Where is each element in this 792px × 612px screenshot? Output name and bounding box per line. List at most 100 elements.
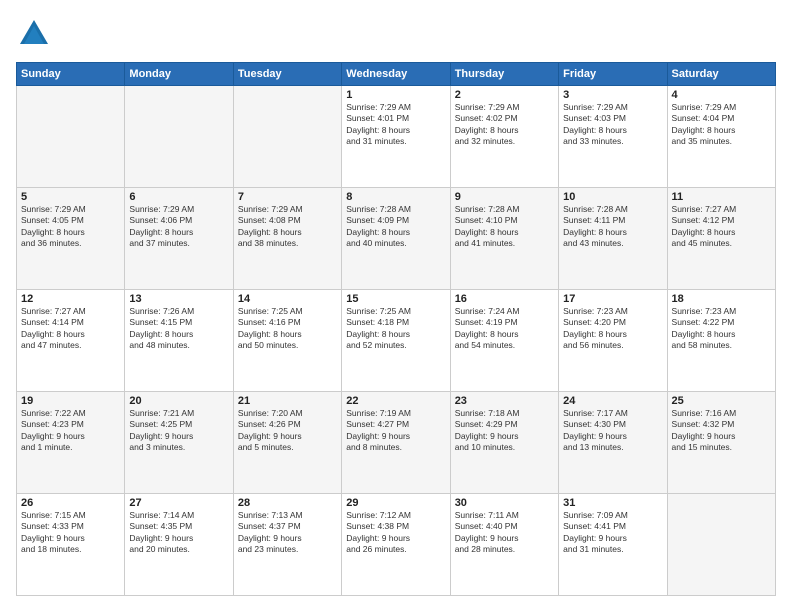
calendar-table: SundayMondayTuesdayWednesdayThursdayFrid… bbox=[16, 62, 776, 596]
calendar-day-cell: 7Sunrise: 7:29 AM Sunset: 4:08 PM Daylig… bbox=[233, 188, 341, 290]
calendar-day-cell: 11Sunrise: 7:27 AM Sunset: 4:12 PM Dayli… bbox=[667, 188, 775, 290]
day-info: Sunrise: 7:29 AM Sunset: 4:08 PM Dayligh… bbox=[238, 204, 337, 250]
day-info: Sunrise: 7:22 AM Sunset: 4:23 PM Dayligh… bbox=[21, 408, 120, 454]
calendar-day-cell: 14Sunrise: 7:25 AM Sunset: 4:16 PM Dayli… bbox=[233, 290, 341, 392]
calendar-week-row: 19Sunrise: 7:22 AM Sunset: 4:23 PM Dayli… bbox=[17, 392, 776, 494]
weekday-header-sunday: Sunday bbox=[17, 63, 125, 86]
day-number: 14 bbox=[238, 293, 337, 305]
day-info: Sunrise: 7:29 AM Sunset: 4:05 PM Dayligh… bbox=[21, 204, 120, 250]
empty-cell bbox=[125, 86, 233, 188]
day-number: 11 bbox=[672, 191, 771, 203]
day-info: Sunrise: 7:29 AM Sunset: 4:04 PM Dayligh… bbox=[672, 102, 771, 148]
day-number: 4 bbox=[672, 89, 771, 101]
calendar-week-row: 26Sunrise: 7:15 AM Sunset: 4:33 PM Dayli… bbox=[17, 494, 776, 596]
day-info: Sunrise: 7:19 AM Sunset: 4:27 PM Dayligh… bbox=[346, 408, 445, 454]
day-info: Sunrise: 7:23 AM Sunset: 4:20 PM Dayligh… bbox=[563, 306, 662, 352]
calendar-day-cell: 23Sunrise: 7:18 AM Sunset: 4:29 PM Dayli… bbox=[450, 392, 558, 494]
day-number: 28 bbox=[238, 497, 337, 509]
header bbox=[16, 16, 776, 52]
page: SundayMondayTuesdayWednesdayThursdayFrid… bbox=[0, 0, 792, 612]
calendar-day-cell: 13Sunrise: 7:26 AM Sunset: 4:15 PM Dayli… bbox=[125, 290, 233, 392]
day-number: 16 bbox=[455, 293, 554, 305]
calendar-day-cell: 15Sunrise: 7:25 AM Sunset: 4:18 PM Dayli… bbox=[342, 290, 450, 392]
day-info: Sunrise: 7:11 AM Sunset: 4:40 PM Dayligh… bbox=[455, 510, 554, 556]
day-info: Sunrise: 7:27 AM Sunset: 4:12 PM Dayligh… bbox=[672, 204, 771, 250]
empty-cell bbox=[667, 494, 775, 596]
day-info: Sunrise: 7:15 AM Sunset: 4:33 PM Dayligh… bbox=[21, 510, 120, 556]
day-number: 5 bbox=[21, 191, 120, 203]
day-info: Sunrise: 7:25 AM Sunset: 4:18 PM Dayligh… bbox=[346, 306, 445, 352]
calendar-day-cell: 29Sunrise: 7:12 AM Sunset: 4:38 PM Dayli… bbox=[342, 494, 450, 596]
calendar-week-row: 1Sunrise: 7:29 AM Sunset: 4:01 PM Daylig… bbox=[17, 86, 776, 188]
calendar-day-cell: 28Sunrise: 7:13 AM Sunset: 4:37 PM Dayli… bbox=[233, 494, 341, 596]
weekday-header-wednesday: Wednesday bbox=[342, 63, 450, 86]
calendar-day-cell: 5Sunrise: 7:29 AM Sunset: 4:05 PM Daylig… bbox=[17, 188, 125, 290]
day-number: 2 bbox=[455, 89, 554, 101]
calendar-day-cell: 10Sunrise: 7:28 AM Sunset: 4:11 PM Dayli… bbox=[559, 188, 667, 290]
day-number: 17 bbox=[563, 293, 662, 305]
calendar-day-cell: 17Sunrise: 7:23 AM Sunset: 4:20 PM Dayli… bbox=[559, 290, 667, 392]
calendar-day-cell: 24Sunrise: 7:17 AM Sunset: 4:30 PM Dayli… bbox=[559, 392, 667, 494]
weekday-header-monday: Monday bbox=[125, 63, 233, 86]
day-number: 24 bbox=[563, 395, 662, 407]
day-info: Sunrise: 7:28 AM Sunset: 4:10 PM Dayligh… bbox=[455, 204, 554, 250]
calendar-day-cell: 3Sunrise: 7:29 AM Sunset: 4:03 PM Daylig… bbox=[559, 86, 667, 188]
weekday-header-row: SundayMondayTuesdayWednesdayThursdayFrid… bbox=[17, 63, 776, 86]
day-info: Sunrise: 7:27 AM Sunset: 4:14 PM Dayligh… bbox=[21, 306, 120, 352]
day-number: 19 bbox=[21, 395, 120, 407]
calendar-day-cell: 31Sunrise: 7:09 AM Sunset: 4:41 PM Dayli… bbox=[559, 494, 667, 596]
day-info: Sunrise: 7:25 AM Sunset: 4:16 PM Dayligh… bbox=[238, 306, 337, 352]
day-number: 12 bbox=[21, 293, 120, 305]
day-info: Sunrise: 7:09 AM Sunset: 4:41 PM Dayligh… bbox=[563, 510, 662, 556]
calendar-day-cell: 20Sunrise: 7:21 AM Sunset: 4:25 PM Dayli… bbox=[125, 392, 233, 494]
calendar-day-cell: 8Sunrise: 7:28 AM Sunset: 4:09 PM Daylig… bbox=[342, 188, 450, 290]
day-number: 20 bbox=[129, 395, 228, 407]
calendar-day-cell: 21Sunrise: 7:20 AM Sunset: 4:26 PM Dayli… bbox=[233, 392, 341, 494]
day-info: Sunrise: 7:28 AM Sunset: 4:09 PM Dayligh… bbox=[346, 204, 445, 250]
day-info: Sunrise: 7:29 AM Sunset: 4:06 PM Dayligh… bbox=[129, 204, 228, 250]
calendar-day-cell: 2Sunrise: 7:29 AM Sunset: 4:02 PM Daylig… bbox=[450, 86, 558, 188]
calendar-day-cell: 16Sunrise: 7:24 AM Sunset: 4:19 PM Dayli… bbox=[450, 290, 558, 392]
day-info: Sunrise: 7:20 AM Sunset: 4:26 PM Dayligh… bbox=[238, 408, 337, 454]
weekday-header-thursday: Thursday bbox=[450, 63, 558, 86]
day-number: 1 bbox=[346, 89, 445, 101]
calendar-day-cell: 26Sunrise: 7:15 AM Sunset: 4:33 PM Dayli… bbox=[17, 494, 125, 596]
calendar-day-cell: 27Sunrise: 7:14 AM Sunset: 4:35 PM Dayli… bbox=[125, 494, 233, 596]
day-number: 13 bbox=[129, 293, 228, 305]
day-number: 9 bbox=[455, 191, 554, 203]
calendar-day-cell: 25Sunrise: 7:16 AM Sunset: 4:32 PM Dayli… bbox=[667, 392, 775, 494]
calendar-day-cell: 30Sunrise: 7:11 AM Sunset: 4:40 PM Dayli… bbox=[450, 494, 558, 596]
day-number: 10 bbox=[563, 191, 662, 203]
calendar-day-cell: 4Sunrise: 7:29 AM Sunset: 4:04 PM Daylig… bbox=[667, 86, 775, 188]
day-info: Sunrise: 7:13 AM Sunset: 4:37 PM Dayligh… bbox=[238, 510, 337, 556]
day-number: 7 bbox=[238, 191, 337, 203]
day-number: 8 bbox=[346, 191, 445, 203]
day-number: 30 bbox=[455, 497, 554, 509]
day-number: 15 bbox=[346, 293, 445, 305]
calendar-day-cell: 18Sunrise: 7:23 AM Sunset: 4:22 PM Dayli… bbox=[667, 290, 775, 392]
day-info: Sunrise: 7:16 AM Sunset: 4:32 PM Dayligh… bbox=[672, 408, 771, 454]
calendar-day-cell: 1Sunrise: 7:29 AM Sunset: 4:01 PM Daylig… bbox=[342, 86, 450, 188]
day-info: Sunrise: 7:29 AM Sunset: 4:03 PM Dayligh… bbox=[563, 102, 662, 148]
calendar-day-cell: 9Sunrise: 7:28 AM Sunset: 4:10 PM Daylig… bbox=[450, 188, 558, 290]
weekday-header-friday: Friday bbox=[559, 63, 667, 86]
day-info: Sunrise: 7:12 AM Sunset: 4:38 PM Dayligh… bbox=[346, 510, 445, 556]
calendar-day-cell: 22Sunrise: 7:19 AM Sunset: 4:27 PM Dayli… bbox=[342, 392, 450, 494]
day-number: 25 bbox=[672, 395, 771, 407]
day-number: 18 bbox=[672, 293, 771, 305]
day-number: 6 bbox=[129, 191, 228, 203]
day-info: Sunrise: 7:24 AM Sunset: 4:19 PM Dayligh… bbox=[455, 306, 554, 352]
day-number: 3 bbox=[563, 89, 662, 101]
calendar-day-cell: 6Sunrise: 7:29 AM Sunset: 4:06 PM Daylig… bbox=[125, 188, 233, 290]
day-number: 27 bbox=[129, 497, 228, 509]
day-info: Sunrise: 7:23 AM Sunset: 4:22 PM Dayligh… bbox=[672, 306, 771, 352]
weekday-header-tuesday: Tuesday bbox=[233, 63, 341, 86]
calendar-day-cell: 12Sunrise: 7:27 AM Sunset: 4:14 PM Dayli… bbox=[17, 290, 125, 392]
day-info: Sunrise: 7:14 AM Sunset: 4:35 PM Dayligh… bbox=[129, 510, 228, 556]
day-info: Sunrise: 7:28 AM Sunset: 4:11 PM Dayligh… bbox=[563, 204, 662, 250]
day-info: Sunrise: 7:21 AM Sunset: 4:25 PM Dayligh… bbox=[129, 408, 228, 454]
day-number: 31 bbox=[563, 497, 662, 509]
calendar-week-row: 5Sunrise: 7:29 AM Sunset: 4:05 PM Daylig… bbox=[17, 188, 776, 290]
day-number: 26 bbox=[21, 497, 120, 509]
empty-cell bbox=[17, 86, 125, 188]
